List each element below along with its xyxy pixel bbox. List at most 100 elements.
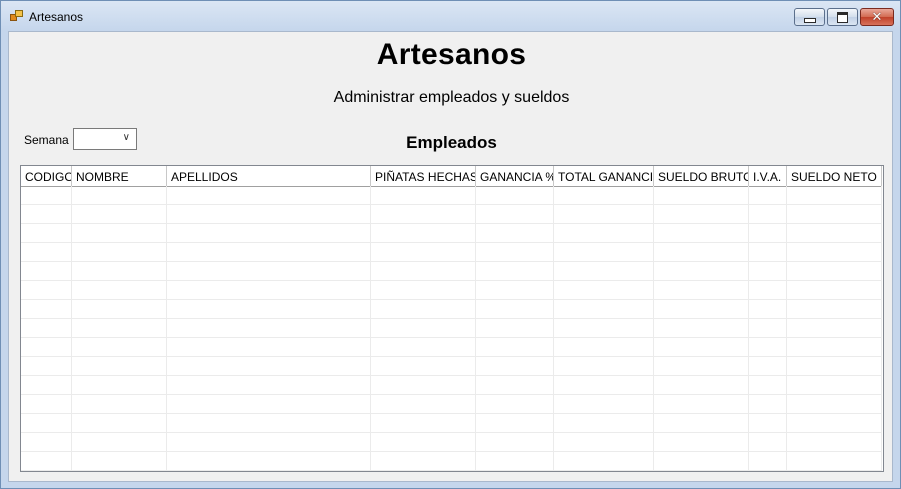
column-header[interactable]: TOTAL GANANCIA	[554, 166, 654, 186]
table-cell	[749, 338, 787, 357]
table-cell	[787, 224, 882, 243]
table-cell	[371, 205, 476, 224]
table-cell	[72, 433, 167, 452]
table-cell	[787, 338, 882, 357]
table-cell	[72, 338, 167, 357]
table-row	[21, 186, 883, 205]
table-cell	[554, 186, 654, 205]
table-cell	[371, 300, 476, 319]
table-cell	[749, 414, 787, 433]
table-row	[21, 433, 883, 452]
minimize-button[interactable]	[794, 8, 825, 26]
table-cell	[654, 452, 749, 471]
table-cell	[554, 205, 654, 224]
table-cell	[72, 319, 167, 338]
table-cell	[476, 281, 554, 300]
table-cell	[554, 395, 654, 414]
table-cell	[72, 186, 167, 205]
table-cell	[167, 452, 371, 471]
table-cell	[787, 186, 882, 205]
grid-body[interactable]	[21, 186, 883, 471]
table-cell	[749, 262, 787, 281]
column-header[interactable]: GANANCIA %	[476, 166, 554, 186]
table-cell	[654, 205, 749, 224]
table-row	[21, 452, 883, 471]
table-cell	[72, 281, 167, 300]
table-cell	[72, 205, 167, 224]
table-cell	[371, 262, 476, 281]
column-header[interactable]: APELLIDOS	[167, 166, 371, 186]
empleados-grid[interactable]: CODIGO NOMBRE APELLIDOS PIÑATAS HECHAS GANAN…	[20, 165, 884, 472]
table-cell	[654, 186, 749, 205]
table-cell	[554, 281, 654, 300]
table-cell	[167, 414, 371, 433]
table-cell	[787, 205, 882, 224]
table-cell	[167, 281, 371, 300]
table-cell	[787, 300, 882, 319]
table-cell	[476, 338, 554, 357]
table-row	[21, 414, 883, 433]
table-cell	[371, 357, 476, 376]
table-cell	[554, 433, 654, 452]
maximize-icon	[837, 11, 848, 23]
column-header[interactable]: SUELDO BRUTO	[654, 166, 749, 186]
column-header[interactable]: PIÑATAS HECHAS	[371, 166, 476, 186]
table-cell	[21, 376, 72, 395]
table-cell	[654, 281, 749, 300]
table-cell	[167, 319, 371, 338]
table-cell	[554, 452, 654, 471]
grid-header-row: CODIGO NOMBRE APELLIDOS PIÑATAS HECHAS GANAN…	[21, 166, 882, 187]
table-cell	[21, 433, 72, 452]
table-cell	[787, 433, 882, 452]
table-cell	[554, 224, 654, 243]
table-cell	[749, 281, 787, 300]
table-row	[21, 357, 883, 376]
table-cell	[21, 281, 72, 300]
table-cell	[654, 376, 749, 395]
table-cell	[749, 395, 787, 414]
table-cell	[554, 357, 654, 376]
column-header[interactable]: SUELDO NETO	[787, 166, 882, 186]
table-cell	[167, 262, 371, 281]
table-cell	[787, 452, 882, 471]
table-cell	[72, 262, 167, 281]
table-cell	[749, 243, 787, 262]
table-cell	[72, 414, 167, 433]
table-cell	[476, 205, 554, 224]
table-cell	[749, 452, 787, 471]
table-cell	[654, 395, 749, 414]
column-header[interactable]: I.V.A.	[749, 166, 787, 186]
maximize-button[interactable]	[827, 8, 858, 26]
table-cell	[476, 414, 554, 433]
table-cell	[371, 414, 476, 433]
table-cell	[654, 433, 749, 452]
table-cell	[787, 357, 882, 376]
table-cell	[654, 414, 749, 433]
page-subtitle: Administrar empleados y sueldos	[333, 89, 570, 106]
column-header[interactable]: CODIGO	[21, 166, 72, 186]
table-cell	[72, 395, 167, 414]
table-cell	[476, 357, 554, 376]
column-header[interactable]: NOMBRE	[72, 166, 167, 186]
table-cell	[167, 243, 371, 262]
table-cell	[167, 338, 371, 357]
minimize-icon	[803, 17, 816, 23]
table-cell	[167, 357, 371, 376]
table-cell	[554, 414, 654, 433]
table-cell	[787, 262, 882, 281]
table-cell	[371, 243, 476, 262]
table-cell	[476, 243, 554, 262]
table-cell	[21, 414, 72, 433]
title-bar[interactable]: Artesanos ✕	[1, 1, 900, 31]
table-row	[21, 395, 883, 414]
table-cell	[749, 433, 787, 452]
table-cell	[654, 357, 749, 376]
table-cell	[72, 357, 167, 376]
table-cell	[476, 319, 554, 338]
table-cell	[167, 186, 371, 205]
table-cell	[72, 300, 167, 319]
table-row	[21, 262, 883, 281]
table-cell	[21, 300, 72, 319]
close-button[interactable]: ✕	[860, 8, 894, 26]
table-cell	[654, 262, 749, 281]
